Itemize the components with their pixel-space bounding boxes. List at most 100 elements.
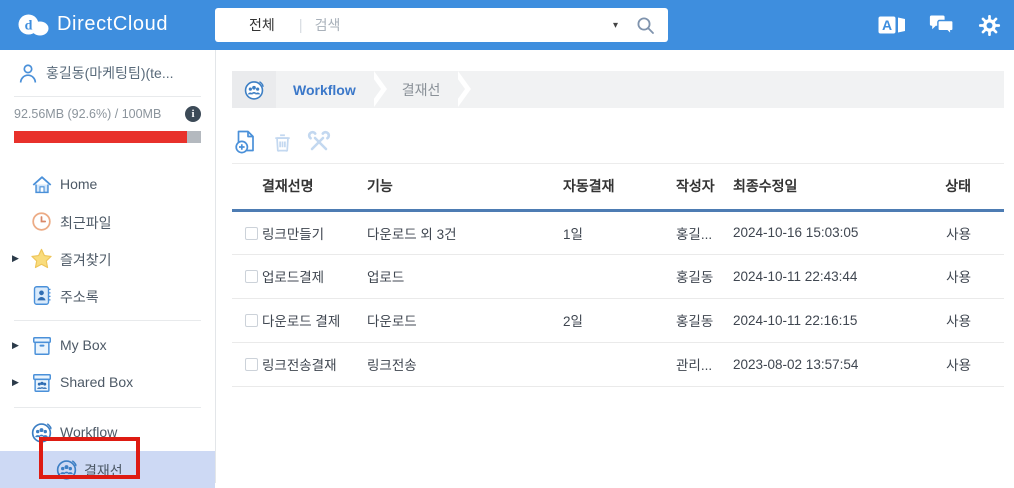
header-checkbox-spacer [232, 164, 262, 212]
search-box: 전체 | ▾ [215, 8, 668, 42]
user-name: 홍길동(마케팅팀)(te... [46, 65, 174, 81]
tools-button[interactable] [307, 130, 331, 154]
cell-auto-approval [563, 254, 676, 299]
cell-author: 홍길... [676, 210, 733, 255]
cell-function: 업로드 [367, 254, 563, 299]
settings-gear-icon[interactable] [978, 14, 1001, 37]
cell-name: 링크전송결재 [262, 342, 367, 387]
sidebar-item-home[interactable]: Home [0, 166, 215, 203]
cell-modified: 2024-10-11 22:16:15 [733, 298, 898, 343]
sidebar-item-label: 결재선 [84, 463, 123, 479]
sidebar-divider [14, 320, 201, 321]
search-icon[interactable] [636, 16, 655, 35]
cell-name: 다운로드 결제 [262, 298, 367, 343]
header-last-modified: 최종수정일 [733, 164, 898, 212]
cell-auto-approval: 2일 [563, 298, 676, 343]
approval-line-table: 결재선명 기능 자동결재 작성자 최종수정일 상태 링크만들기 다운로드 외 3… [232, 164, 1004, 387]
expand-arrow-icon[interactable]: ▶ [12, 341, 19, 351]
directcloud-logo[interactable]: d DirectCloud [18, 13, 168, 36]
table-row[interactable]: 다운로드 결제 다운로드 2일 홍길동 2024-10-11 22:16:15 … [232, 298, 1004, 343]
breadcrumb-current: 결재선 [401, 81, 441, 98]
sidebar-item-label: 즐겨찾기 [60, 252, 112, 268]
messages-icon[interactable] [929, 14, 955, 36]
row-checkbox[interactable] [245, 226, 258, 240]
breadcrumb-separator-icon [367, 71, 388, 108]
table-header-row: 결재선명 기능 자동결재 작성자 최종수정일 상태 [232, 164, 1004, 212]
translate-icon[interactable]: A [878, 15, 906, 35]
search-category-select[interactable]: 전체 [249, 15, 275, 35]
user-icon [19, 63, 37, 84]
toolbar [232, 128, 1004, 164]
cell-auto-approval [563, 342, 676, 387]
new-approval-line-button[interactable] [232, 129, 258, 155]
delete-button[interactable] [271, 130, 294, 154]
cell-function: 링크전송 [367, 342, 563, 387]
cell-modified: 2024-10-11 22:43:44 [733, 254, 898, 299]
cell-name: 업로드결제 [262, 254, 367, 299]
sidebar-item-label: 주소록 [60, 289, 99, 305]
user-profile[interactable]: 홍길동(마케팅팀)(te... [0, 50, 215, 96]
svg-text:d: d [25, 19, 33, 34]
sidebar-item-favorites[interactable]: ▶ 즐겨찾기 [0, 240, 215, 277]
svg-text:A: A [882, 17, 892, 33]
row-checkbox[interactable] [245, 314, 258, 328]
cell-function: 다운로드 [367, 298, 563, 343]
sidebar-item-approval-line[interactable]: 결재선 [0, 451, 215, 488]
clock-icon [30, 210, 53, 233]
sidebar-item-label: My Box [60, 337, 107, 353]
table-row[interactable]: 업로드결제 업로드 홍길동 2024-10-11 22:43:44 사용 [232, 254, 1004, 299]
search-divider: | [298, 16, 303, 34]
sidebar-item-label: Home [60, 176, 98, 192]
header-approval-line-name: 결재선명 [262, 164, 367, 212]
sidebar-item-label: 최근파일 [60, 215, 112, 231]
cell-modified: 2023-08-02 13:57:54 [733, 342, 898, 387]
cell-modified: 2024-10-16 15:03:05 [733, 210, 898, 255]
sidebar-item-shared-box[interactable]: ▶ Shared Box [0, 364, 215, 401]
cell-author: 홍길동 [676, 298, 733, 343]
breadcrumb-workflow-icon-box [232, 71, 276, 108]
info-icon[interactable]: i [185, 106, 201, 122]
header-author: 작성자 [676, 164, 733, 212]
header-auto-approval: 자동결재 [563, 164, 676, 212]
cell-status: 사용 [898, 298, 1004, 343]
tools-icon [307, 130, 331, 150]
sidebar-item-recent-files[interactable]: 최근파일 [0, 203, 215, 240]
star-icon [30, 247, 53, 270]
sidebar-nav: Home 최근파일 ▶ 즐겨찾기 주소록 ▶ My Box ▶ Shared B… [0, 166, 215, 488]
breadcrumb-separator-icon [452, 71, 472, 108]
add-document-icon [235, 130, 254, 153]
breadcrumb-root[interactable]: Workflow [293, 82, 356, 98]
storage-progress-bar [14, 131, 201, 143]
cell-author: 관리... [676, 342, 733, 387]
main-content: Workflow 결재선 결재선명 기능 자동결재 작성자 최종수정일 상태 링… [216, 50, 1014, 483]
row-checkbox[interactable] [245, 358, 258, 372]
storage-usage: 92.56MB (92.6%) / 100MB i [0, 97, 215, 122]
address-book-icon [30, 284, 53, 307]
search-input[interactable] [314, 17, 613, 33]
my-box-icon [30, 334, 53, 357]
cell-function: 다운로드 외 3건 [367, 210, 563, 255]
sidebar-item-my-box[interactable]: ▶ My Box [0, 327, 215, 364]
cell-status: 사용 [898, 254, 1004, 299]
header-status: 상태 [898, 164, 1004, 212]
sidebar-divider [14, 407, 201, 408]
storage-usage-text: 92.56MB (92.6%) / 100MB [14, 107, 162, 121]
expand-arrow-icon[interactable]: ▶ [12, 378, 19, 388]
sidebar-item-address-book[interactable]: 주소록 [0, 277, 215, 314]
expand-arrow-icon[interactable]: ▶ [12, 254, 19, 264]
cell-auto-approval: 1일 [563, 210, 676, 255]
workflow-icon [30, 421, 53, 444]
sidebar-item-workflow[interactable]: Workflow [0, 414, 215, 451]
cell-author: 홍길동 [676, 254, 733, 299]
row-checkbox[interactable] [245, 270, 258, 284]
approval-line-icon [55, 458, 78, 481]
cell-name: 링크만들기 [262, 210, 367, 255]
sidebar-item-label: Workflow [60, 424, 118, 440]
logo-text: DirectCloud [57, 13, 169, 35]
table-row[interactable]: 링크만들기 다운로드 외 3건 1일 홍길... 2024-10-16 15:0… [232, 210, 1004, 255]
cloud-logo-icon: d [18, 13, 49, 36]
shared-box-icon [30, 371, 53, 394]
breadcrumb: Workflow 결재선 [232, 71, 1004, 108]
chevron-down-icon[interactable]: ▾ [613, 20, 618, 31]
table-row[interactable]: 링크전송결재 링크전송 관리... 2023-08-02 13:57:54 사용 [232, 342, 1004, 387]
